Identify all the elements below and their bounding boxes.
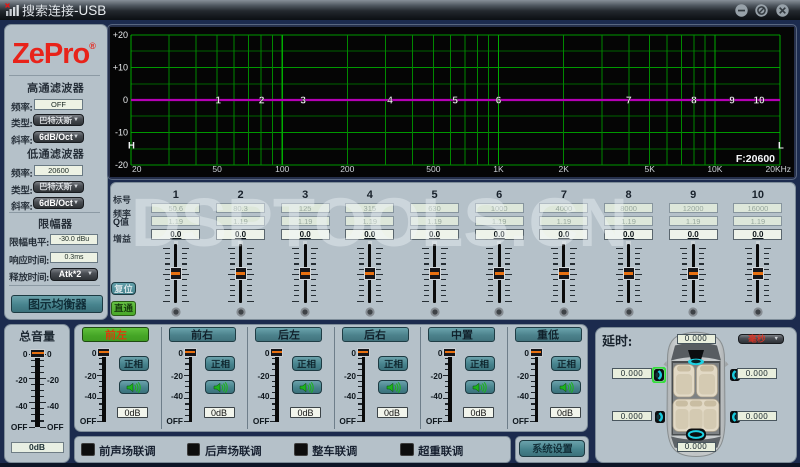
svg-text:20KHz: 20KHz [765, 164, 791, 174]
svg-text:200: 200 [340, 164, 354, 174]
svg-text:+10: +10 [113, 63, 128, 73]
svg-text:5K: 5K [644, 164, 655, 174]
svg-text:3: 3 [300, 96, 306, 107]
svg-text:10: 10 [753, 96, 765, 107]
svg-text:7: 7 [626, 96, 632, 107]
svg-text:10K: 10K [707, 164, 722, 174]
svg-text:L: L [778, 141, 784, 152]
svg-text:5: 5 [452, 96, 458, 107]
svg-text:4: 4 [387, 96, 393, 107]
svg-text:2: 2 [259, 96, 265, 107]
svg-text:1: 1 [215, 96, 221, 107]
svg-text:1K: 1K [493, 164, 504, 174]
svg-text:0: 0 [123, 95, 128, 105]
svg-text:6: 6 [496, 96, 502, 107]
svg-text:9: 9 [729, 96, 735, 107]
svg-text:H: H [128, 141, 135, 152]
svg-text:-10: -10 [115, 128, 128, 138]
svg-text:20: 20 [132, 164, 142, 174]
svg-text:2K: 2K [558, 164, 569, 174]
svg-text:500: 500 [426, 164, 440, 174]
svg-text:-20: -20 [115, 160, 128, 170]
svg-text:+20: +20 [113, 30, 128, 40]
svg-text:50: 50 [212, 164, 222, 174]
svg-text:100: 100 [275, 164, 289, 174]
svg-text:8: 8 [691, 96, 697, 107]
svg-text:F:20600: F:20600 [736, 153, 775, 165]
